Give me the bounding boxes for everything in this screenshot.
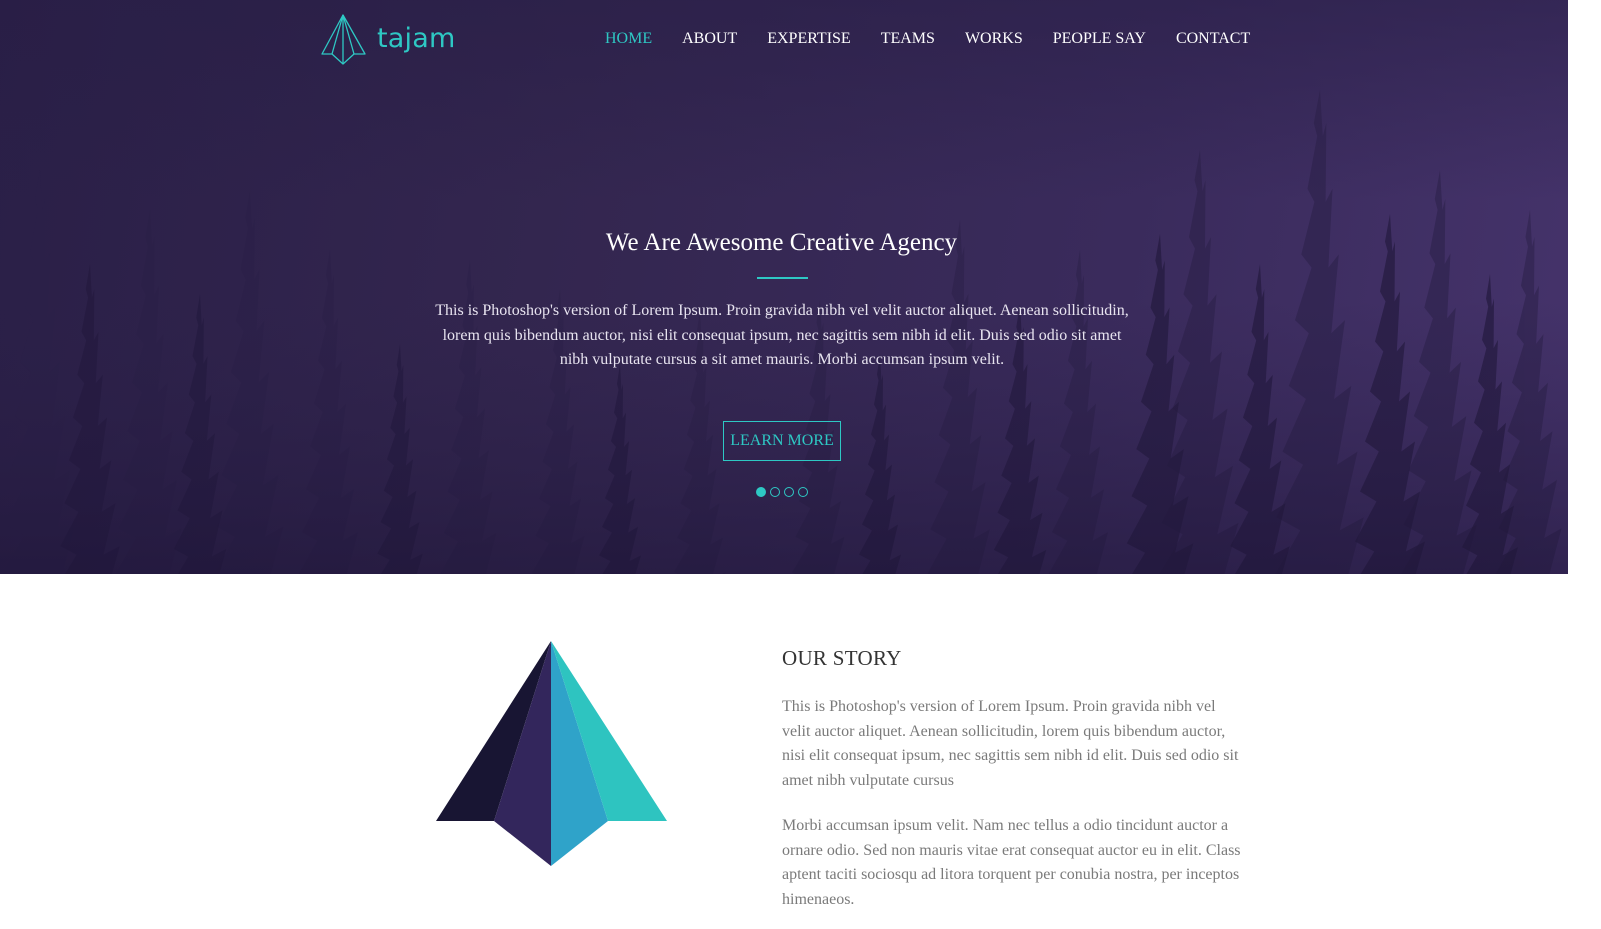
- learn-more-button[interactable]: LEARN MORE: [723, 421, 841, 461]
- nav-home[interactable]: HOME: [605, 29, 652, 49]
- hero-title: We Are Awesome Creative Agency: [605, 229, 958, 256]
- slider-dot-4[interactable]: [798, 487, 808, 497]
- hero-divider: [757, 277, 808, 279]
- nav-contact[interactable]: CONTACT: [1176, 29, 1250, 49]
- paper-plane-logo-icon: [321, 14, 366, 65]
- nav-expertise[interactable]: EXPERTISE: [767, 29, 850, 49]
- nav-works[interactable]: WORKS: [965, 29, 1023, 49]
- slider-dot-3[interactable]: [784, 487, 794, 497]
- slider-dots: [756, 487, 808, 497]
- slider-dot-1[interactable]: [756, 487, 766, 497]
- main-nav: HOME ABOUT EXPERTISE TEAMS WORKS PEOPLE …: [605, 29, 1250, 49]
- story-paragraph-2: Morbi accumsan ipsum velit. Nam nec tell…: [782, 817, 1241, 908]
- hero-section: tajam HOME ABOUT EXPERTISE TEAMS WORKS P…: [0, 0, 1568, 574]
- slider-dot-2[interactable]: [770, 487, 780, 497]
- page-scrollbar[interactable]: [1568, 0, 1601, 929]
- nav-people-say[interactable]: PEOPLE SAY: [1053, 29, 1146, 49]
- brand-name: tajam: [377, 22, 456, 54]
- story-paragraph-1: This is Photoshop's version of Lorem Ips…: [782, 698, 1239, 789]
- hero-description: This is Photoshop's version of Lorem Ips…: [435, 302, 1129, 368]
- paper-plane-icon: [436, 641, 667, 866]
- nav-teams[interactable]: TEAMS: [881, 29, 935, 49]
- story-title: OUR STORY: [782, 646, 902, 670]
- brand-logo[interactable]: tajam: [321, 14, 455, 66]
- nav-about[interactable]: ABOUT: [682, 29, 737, 49]
